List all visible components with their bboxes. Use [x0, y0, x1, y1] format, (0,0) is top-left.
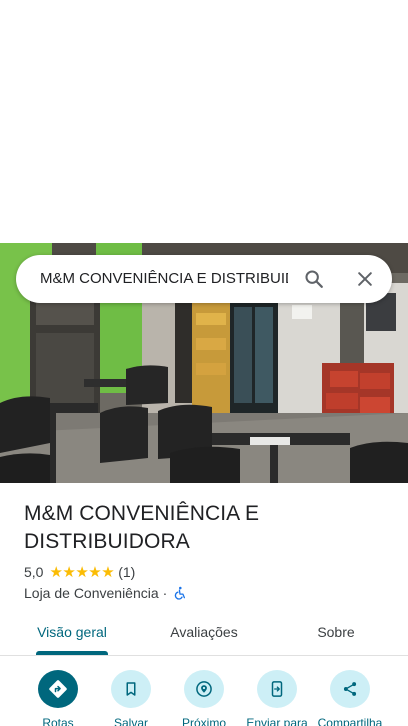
category-row: Loja de Conveniência · [24, 584, 187, 602]
rating-row[interactable]: 5,0 ★★★★★ (1) [24, 563, 135, 581]
directions-button[interactable]: Rotas [22, 670, 94, 726]
close-icon [358, 272, 372, 286]
directions-button-circle [38, 670, 78, 708]
bookmark-icon [126, 682, 136, 696]
tabs-divider [0, 655, 408, 656]
share-button-circle [330, 670, 370, 708]
place-tabs: Visão geral Avaliações Sobre [0, 612, 408, 656]
review-count[interactable]: (1) [118, 564, 135, 580]
search-query[interactable]: M&M CONVENIÊNCIA E DISTRIBUIDORA [40, 255, 288, 303]
nearby-button[interactable]: Próximo [168, 670, 240, 726]
separator-dot: · [162, 585, 168, 601]
clear-search-button[interactable] [349, 263, 381, 295]
nearby-icon [196, 681, 212, 697]
rating-stars: ★★★★★ [49, 564, 115, 581]
send-to-phone-button-circle [257, 670, 297, 708]
wheelchair-icon [175, 586, 186, 600]
share-label: Compartilha [317, 716, 383, 726]
place-title: M&M CONVENIÊNCIA E DISTRIBUIDORA [24, 500, 384, 556]
save-label: Salvar [113, 716, 148, 726]
search-icon [305, 270, 323, 288]
nearby-button-circle [184, 670, 224, 708]
place-title-line2: DISTRIBUIDORA [24, 530, 190, 553]
send-to-phone-icon [271, 681, 283, 697]
tab-about[interactable]: Sobre [300, 612, 372, 652]
send-to-phone-button[interactable]: Enviar para [241, 670, 313, 726]
tab-overview[interactable]: Visão geral [30, 612, 114, 652]
save-button[interactable]: Salvar [95, 670, 167, 726]
place-title-line1: M&M CONVENIÊNCIA E [24, 502, 260, 525]
send-to-phone-label: Enviar para [246, 716, 308, 726]
share-icon [343, 682, 357, 696]
directions-icon [49, 680, 67, 698]
search-bar[interactable]: M&M CONVENIÊNCIA E DISTRIBUIDORA [16, 255, 392, 303]
directions-label: Rotas [42, 716, 74, 726]
tab-reviews[interactable]: Avaliações [160, 612, 248, 652]
share-button[interactable]: Compartilha [314, 670, 386, 726]
save-button-circle [111, 670, 151, 708]
maps-place-screen: M&M CONVENIÊNCIA E DISTRIBUIDORA M&M CON… [0, 0, 408, 726]
search-button[interactable] [298, 263, 330, 295]
place-category: Loja de Conveniência [24, 585, 159, 601]
rating-value: 5,0 [24, 564, 44, 580]
nearby-label: Próximo [181, 716, 226, 726]
